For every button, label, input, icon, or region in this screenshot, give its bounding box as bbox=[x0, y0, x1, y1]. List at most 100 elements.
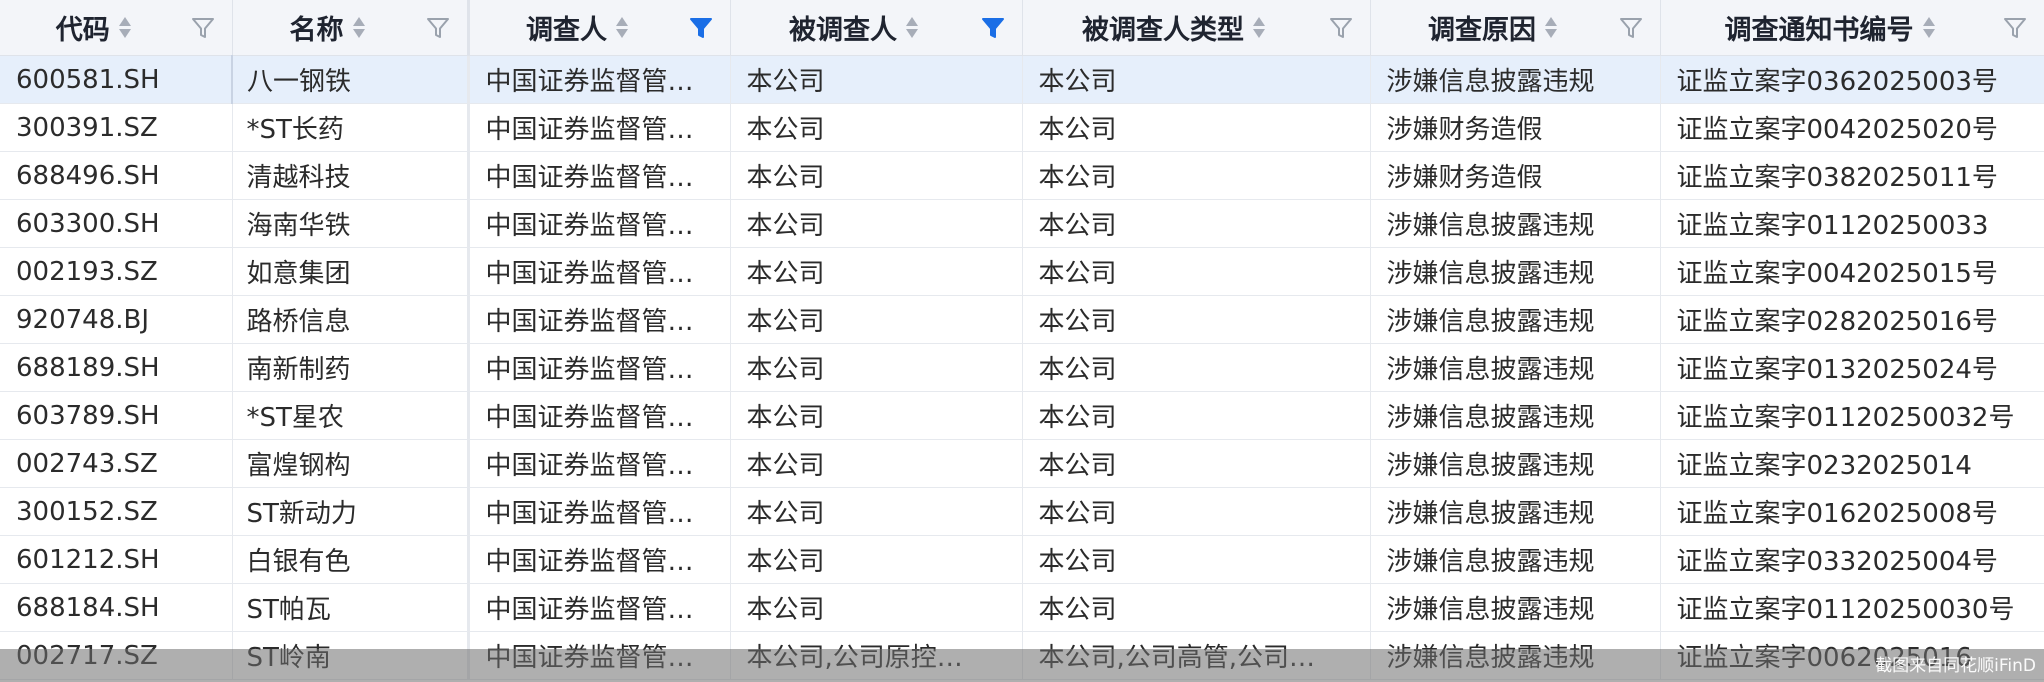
cell-subject: 本公司 bbox=[730, 487, 1023, 536]
cell-investigator: 中国证券监督管… bbox=[468, 103, 731, 152]
cell-name: 富煌钢构 bbox=[232, 439, 470, 488]
sort-descending-icon bbox=[352, 29, 365, 38]
table-row[interactable]: 603789.SH *ST星农 中国证券监督管… 本公司 本公司 涉嫌信息披露违规 证监立案… bbox=[0, 391, 2044, 440]
horizontal-scrollbar[interactable]: 截图来自同花顺iFinD bbox=[0, 649, 2044, 682]
sort-ascending-icon bbox=[1922, 17, 1935, 26]
sort-icon[interactable] bbox=[1922, 11, 1936, 45]
cell-investigator: 中国证券监督管… bbox=[468, 391, 731, 440]
cell-code: 688189.SH bbox=[0, 343, 233, 392]
table-row[interactable]: 300152.SZ ST新动力 中国证券监督管… 本公司 本公司 涉嫌信息披露违规 证监立案… bbox=[0, 487, 2044, 536]
cell-name: *ST长药 bbox=[232, 103, 470, 152]
cell-subject: 本公司 bbox=[730, 247, 1023, 296]
sort-icon[interactable] bbox=[615, 11, 629, 45]
column-header-notice-no[interactable]: 调查通知书编号 bbox=[1660, 0, 2044, 56]
cell-reason: 涉嫌信息披露违规 bbox=[1370, 247, 1661, 296]
table-row[interactable]: 300391.SZ *ST长药 中国证券监督管… 本公司 本公司 涉嫌财务造假 证监立案字0… bbox=[0, 103, 2044, 152]
cell-subject-type: 本公司 bbox=[1022, 439, 1371, 488]
cell-subject: 本公司 bbox=[730, 535, 1023, 584]
cell-subject: 本公司 bbox=[730, 55, 1023, 104]
cell-reason: 涉嫌信息披露违规 bbox=[1370, 487, 1661, 536]
filter-icon[interactable] bbox=[688, 15, 714, 41]
cell-code: 688496.SH bbox=[0, 151, 233, 200]
table-row[interactable]: 603300.SH 海南华铁 中国证券监督管… 本公司 本公司 涉嫌信息披露违规 证监立案字… bbox=[0, 199, 2044, 248]
cell-code: 600581.SH bbox=[0, 55, 233, 104]
column-header-reason[interactable]: 调查原因 bbox=[1370, 0, 1661, 56]
cell-subject-type: 本公司 bbox=[1022, 199, 1371, 248]
column-header-name[interactable]: 名称 bbox=[232, 0, 470, 56]
cell-name: ST帕瓦 bbox=[232, 583, 470, 632]
sort-icon[interactable] bbox=[1544, 11, 1558, 45]
sort-descending-icon bbox=[906, 29, 918, 38]
cell-investigator: 中国证券监督管… bbox=[468, 343, 731, 392]
table-row[interactable]: 600581.SH 八一钢铁 中国证券监督管… 本公司 本公司 涉嫌信息披露违规 证监立案字… bbox=[0, 55, 2044, 104]
table-row[interactable]: 688184.SH ST帕瓦 中国证券监督管… 本公司 本公司 涉嫌信息披露违规 证监立案字… bbox=[0, 583, 2044, 632]
cell-code: 688184.SH bbox=[0, 583, 233, 632]
column-header-inner: 被调查人类型 bbox=[1023, 0, 1370, 55]
sort-icon[interactable] bbox=[352, 11, 366, 45]
cell-reason: 涉嫌信息披露违规 bbox=[1370, 199, 1661, 248]
column-header-subject-type[interactable]: 被调查人类型 bbox=[1022, 0, 1371, 56]
cell-reason: 涉嫌财务造假 bbox=[1370, 151, 1661, 200]
cell-code: 601212.SH bbox=[0, 535, 233, 584]
cell-subject: 本公司 bbox=[730, 103, 1023, 152]
cell-subject: 本公司 bbox=[730, 583, 1023, 632]
cell-notice-no: 证监立案字0282025016号 bbox=[1660, 295, 2044, 344]
cell-name: 南新制药 bbox=[232, 343, 470, 392]
cell-subject: 本公司 bbox=[730, 199, 1023, 248]
column-header-label: 代码 bbox=[55, 15, 110, 46]
cell-code: 920748.BJ bbox=[0, 295, 233, 344]
column-header-inner: 调查原因 bbox=[1371, 0, 1660, 55]
filter-icon[interactable] bbox=[2002, 15, 2028, 41]
cell-investigator: 中国证券监督管… bbox=[468, 583, 731, 632]
sort-icon[interactable] bbox=[1252, 11, 1266, 45]
column-header-label: 调查原因 bbox=[1428, 15, 1536, 46]
filter-icon[interactable] bbox=[190, 15, 216, 41]
table-body: 600581.SH 八一钢铁 中国证券监督管… 本公司 本公司 涉嫌信息披露违规 证监立案字… bbox=[0, 55, 2044, 680]
sort-icon[interactable] bbox=[118, 11, 132, 45]
cell-notice-no: 证监立案字01120250032号 bbox=[1660, 391, 2044, 440]
cell-subject: 本公司 bbox=[730, 439, 1023, 488]
column-header-code[interactable]: 代码 bbox=[0, 0, 233, 56]
table-row[interactable]: 688189.SH 南新制药 中国证券监督管… 本公司 本公司 涉嫌信息披露违规 证监立案字… bbox=[0, 343, 2044, 392]
table-row[interactable]: 920748.BJ 路桥信息 中国证券监督管… 本公司 本公司 涉嫌信息披露违规 证监立案字… bbox=[0, 295, 2044, 344]
column-header-label: 被调查人 bbox=[789, 15, 897, 46]
sort-descending-icon bbox=[1922, 29, 1935, 38]
column-header-investigator[interactable]: 调查人 bbox=[468, 0, 731, 56]
cell-name: ST新动力 bbox=[232, 487, 470, 536]
cell-notice-no: 证监立案字0162025008号 bbox=[1660, 487, 2044, 536]
cell-subject-type: 本公司 bbox=[1022, 535, 1371, 584]
cell-investigator: 中国证券监督管… bbox=[468, 535, 731, 584]
cell-investigator: 中国证券监督管… bbox=[468, 487, 731, 536]
table-row[interactable]: 688496.SH 清越科技 中国证券监督管… 本公司 本公司 涉嫌财务造假 证监立案字03… bbox=[0, 151, 2044, 200]
cell-notice-no: 证监立案字0362025003号 bbox=[1660, 55, 2044, 104]
cell-notice-no: 证监立案字0382025011号 bbox=[1660, 151, 2044, 200]
cell-name: 白银有色 bbox=[232, 535, 470, 584]
cell-investigator: 中国证券监督管… bbox=[468, 247, 731, 296]
cell-subject-type: 本公司 bbox=[1022, 295, 1371, 344]
sort-icon[interactable] bbox=[905, 11, 919, 45]
filter-icon[interactable] bbox=[425, 15, 451, 41]
cell-subject-type: 本公司 bbox=[1022, 55, 1371, 104]
sort-ascending-icon bbox=[906, 17, 918, 26]
cell-notice-no: 证监立案字0332025004号 bbox=[1660, 535, 2044, 584]
table-row[interactable]: 002193.SZ 如意集团 中国证券监督管… 本公司 本公司 涉嫌信息披露违规 证监立案字… bbox=[0, 247, 2044, 296]
cell-name: *ST星农 bbox=[232, 391, 470, 440]
table-row[interactable]: 002743.SZ 富煌钢构 中国证券监督管… 本公司 本公司 涉嫌信息披露违规 证监立案字… bbox=[0, 439, 2044, 488]
cell-notice-no: 证监立案字01120250033 bbox=[1660, 199, 2044, 248]
cell-subject-type: 本公司 bbox=[1022, 151, 1371, 200]
cell-subject-type: 本公司 bbox=[1022, 487, 1371, 536]
cell-subject-type: 本公司 bbox=[1022, 583, 1371, 632]
column-header-label: 调查人 bbox=[526, 15, 607, 46]
cell-reason: 涉嫌信息披露违规 bbox=[1370, 391, 1661, 440]
cell-code: 603789.SH bbox=[0, 391, 233, 440]
column-header-subject[interactable]: 被调查人 bbox=[730, 0, 1023, 56]
cell-subject-type: 本公司 bbox=[1022, 391, 1371, 440]
filter-icon[interactable] bbox=[980, 15, 1006, 41]
sort-ascending-icon bbox=[118, 17, 131, 26]
filter-icon[interactable] bbox=[1618, 15, 1644, 41]
column-header-inner: 调查通知书编号 bbox=[1661, 0, 2044, 55]
table-row[interactable]: 601212.SH 白银有色 中国证券监督管… 本公司 本公司 涉嫌信息披露违规 证监立案字… bbox=[0, 535, 2044, 584]
cell-reason: 涉嫌信息披露违规 bbox=[1370, 583, 1661, 632]
filter-icon[interactable] bbox=[1328, 15, 1354, 41]
cell-subject-type: 本公司 bbox=[1022, 247, 1371, 296]
